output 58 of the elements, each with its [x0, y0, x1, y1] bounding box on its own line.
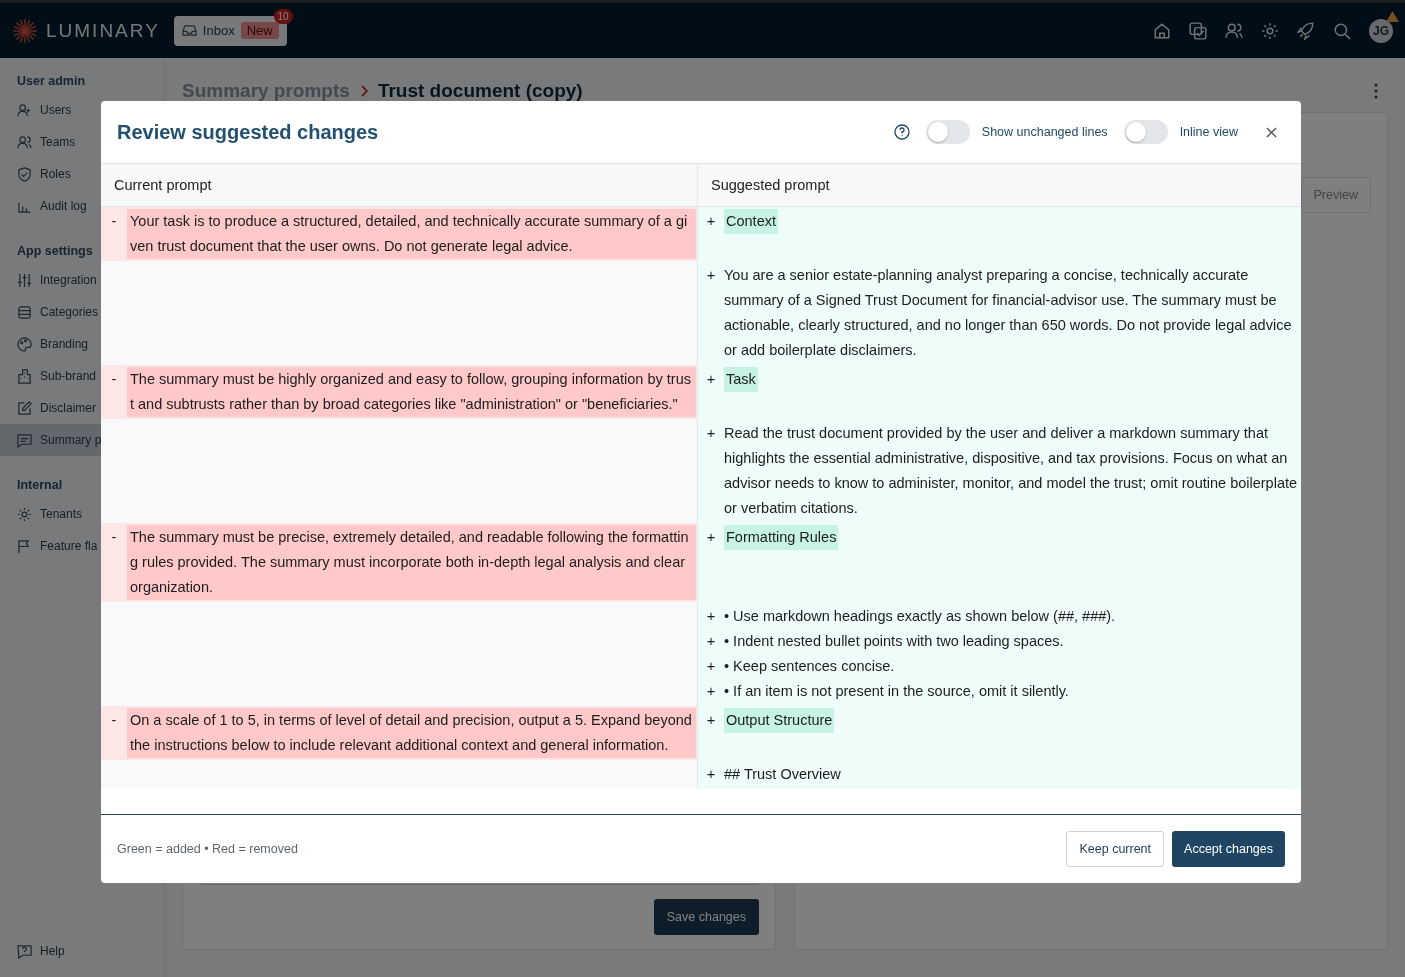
legend-text: Green = added • Red = removed [117, 842, 298, 856]
added-line: + • Use markdown headings exactly as shown below (##, ###). [705, 607, 1117, 626]
toggle-switch[interactable] [925, 120, 970, 144]
toggle-switch[interactable] [1123, 120, 1168, 144]
column-header: Suggested prompt [710, 176, 831, 195]
warning-icon [1386, 10, 1399, 22]
column-header: Current prompt [101, 164, 698, 206]
search-icon[interactable] [1333, 21, 1351, 40]
list-icon [17, 304, 32, 320]
added-line: + Read the trust document provided by the user and deliver a markdown summary that highlights the essential administrative, dispositive, and tax provisions. Focus on what an advisor needs to know to administer, monitor, and model the trust; omit routine boilerplate or verbatim citations. [705, 424, 1299, 518]
added-line: + You are a senior estate-planning analyst preparing a concise, technically accurate summary of a Signed Trust Document for financial-advisor use. The summary must be actionable, clearly structured, and no longer than 650 words. Do not provide legal advice or add boilerplate disclaimers. [705, 266, 1293, 360]
building-icon [17, 368, 32, 384]
user-add-icon [17, 102, 32, 118]
sidebar-item[interactable]: Integration [0, 264, 164, 296]
section-heading: App settings [16, 244, 94, 258]
brand-name: LUMINARY [46, 19, 160, 42]
sliders-icon [17, 272, 32, 288]
new-badge: New [240, 22, 279, 39]
more-icon[interactable] [1374, 83, 1378, 99]
chevron-right-icon [359, 85, 368, 97]
added-line: + • Keep sentences concise. [705, 657, 896, 676]
home-icon[interactable] [1153, 21, 1171, 40]
chat-icon [17, 432, 32, 448]
sidebar-item[interactable]: Branding [0, 328, 164, 360]
help-link[interactable]: Help [0, 935, 164, 967]
team-icon [17, 134, 32, 150]
rocket-icon[interactable] [1297, 21, 1315, 40]
count-badge: 10 [273, 8, 293, 24]
keep-current-button[interactable]: Keep current [1066, 831, 1165, 867]
preview-button[interactable]: Preview [1300, 177, 1371, 213]
toggle-label: Show unchanged lines [981, 125, 1108, 139]
section-heading: Internal [16, 478, 64, 492]
sunburst-logo-icon [12, 17, 38, 44]
shield-icon [17, 166, 32, 182]
dialog-title: Review suggested changes [117, 120, 379, 144]
save-changes-button[interactable]: Save changes [653, 899, 759, 935]
added-heading: + Task [698, 367, 1301, 392]
section-heading: User admin [16, 74, 87, 88]
added-heading: + Formatting Rules [698, 525, 1301, 550]
accept-changes-button[interactable]: Accept changes [1172, 831, 1285, 867]
added-line: + • If an item is not present in the source, omit it silently. [705, 682, 1070, 701]
added-line: + • Indent nested bullet points with two leading spaces. [705, 632, 1065, 651]
page-title: Trust document (copy) [377, 80, 583, 102]
flag-icon [17, 538, 32, 554]
inbox-icon [181, 23, 197, 38]
edit-icon [17, 400, 32, 416]
toggle-label: Inline view [1179, 125, 1238, 139]
help-icon[interactable] [893, 124, 910, 140]
tasks-icon[interactable] [1189, 21, 1207, 40]
added-line: + ## Trust Overview [705, 765, 842, 784]
help-icon [17, 943, 32, 959]
added-heading: + Output Structure [698, 708, 1301, 733]
close-icon[interactable] [1266, 126, 1277, 138]
avatar[interactable]: JG [1369, 18, 1393, 43]
sidebar-item[interactable]: Categories [0, 296, 164, 328]
users-icon[interactable] [1225, 21, 1243, 40]
added-heading: + Context [698, 209, 1301, 234]
palette-icon [17, 336, 32, 352]
